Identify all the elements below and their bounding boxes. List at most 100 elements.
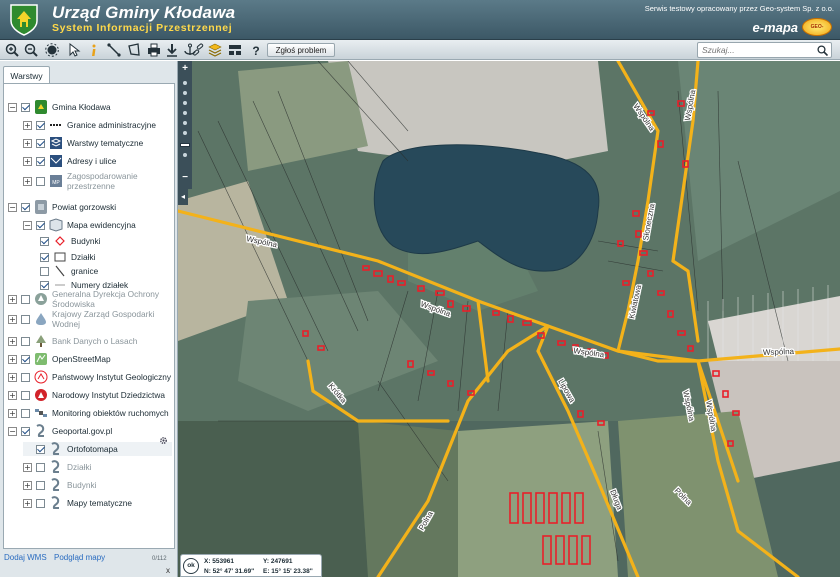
layer-row[interactable]: + Generalna Dyrekcja Ochrony Środowiska bbox=[8, 289, 174, 309]
orthophoto-map[interactable]: Wspólna Wspólna Wspólna Wspólna Krótka P… bbox=[178, 61, 840, 577]
layer-row[interactable]: − Mapa ewidencyjna bbox=[23, 218, 136, 232]
download-icon[interactable] bbox=[164, 42, 180, 58]
layer-checkbox[interactable] bbox=[21, 408, 30, 418]
gear-icon[interactable] bbox=[159, 436, 168, 445]
print-icon[interactable] bbox=[146, 42, 162, 58]
layer-row[interactable]: Ortofotomapa bbox=[23, 442, 172, 456]
expand-toggle[interactable]: + bbox=[8, 408, 17, 418]
layer-row[interactable]: + Monitoring obiektów ruchomych bbox=[8, 406, 174, 420]
expand-toggle[interactable]: + bbox=[8, 294, 17, 304]
layer-checkbox[interactable] bbox=[36, 498, 45, 508]
zoom-in-icon[interactable] bbox=[4, 42, 20, 58]
layer-checkbox[interactable] bbox=[21, 372, 30, 382]
close-icon[interactable]: x bbox=[166, 566, 170, 575]
expand-toggle[interactable]: + bbox=[8, 372, 17, 382]
layer-checkbox[interactable] bbox=[36, 444, 45, 454]
collapse-toggle[interactable]: − bbox=[8, 426, 17, 436]
layer-checkbox[interactable] bbox=[40, 280, 49, 290]
info-icon[interactable] bbox=[86, 42, 102, 58]
search-icon[interactable] bbox=[817, 45, 828, 56]
emapa-logo-text: e-mapa bbox=[752, 19, 798, 35]
layer-row[interactable]: + OpenStreetMap bbox=[8, 352, 111, 366]
layer-row[interactable]: + Budynki bbox=[23, 478, 97, 492]
expand-toggle[interactable]: + bbox=[23, 480, 32, 490]
county-crest-icon bbox=[35, 200, 47, 214]
gmina-crest-icon[interactable] bbox=[9, 3, 39, 37]
select-arrow-icon[interactable] bbox=[66, 42, 82, 58]
measure-distance-icon[interactable] bbox=[106, 42, 122, 58]
layer-row[interactable]: + Granice administracyjne bbox=[23, 118, 156, 132]
layers-icon[interactable] bbox=[207, 42, 223, 58]
measure-area-icon[interactable] bbox=[126, 42, 142, 58]
layer-checkbox[interactable] bbox=[21, 294, 30, 304]
zoom-out-button[interactable]: − bbox=[180, 173, 190, 183]
layer-row[interactable]: Budynki bbox=[38, 234, 101, 248]
help-icon[interactable]: ? bbox=[248, 42, 264, 58]
expand-toggle[interactable]: + bbox=[23, 176, 32, 186]
expand-toggle[interactable]: + bbox=[8, 336, 17, 346]
layer-checkbox[interactable] bbox=[21, 426, 30, 436]
layer-checkbox[interactable] bbox=[36, 138, 45, 148]
expand-toggle[interactable]: + bbox=[8, 314, 17, 324]
layer-checkbox[interactable] bbox=[21, 390, 30, 400]
expand-toggle[interactable]: + bbox=[8, 390, 17, 400]
layer-row[interactable]: − Powiat gorzowski bbox=[8, 200, 116, 214]
report-problem-button[interactable]: Zgłoś problem bbox=[267, 43, 335, 57]
expand-toggle[interactable]: + bbox=[8, 354, 17, 364]
layer-row[interactable]: + Działki bbox=[23, 460, 91, 474]
layer-checkbox[interactable] bbox=[40, 266, 49, 276]
preview-map-link[interactable]: Podgląd mapy bbox=[54, 553, 105, 562]
app-title: Urząd Gminy Kłodawa bbox=[52, 3, 236, 22]
expand-toggle[interactable]: + bbox=[23, 156, 32, 166]
expand-toggle[interactable]: + bbox=[23, 462, 32, 472]
layer-checkbox[interactable] bbox=[36, 462, 45, 472]
add-wms-link[interactable]: Dodaj WMS bbox=[4, 553, 47, 562]
layer-label: Warstwy tematyczne bbox=[67, 138, 144, 148]
collapse-toggle[interactable]: − bbox=[23, 220, 32, 230]
layer-checkbox[interactable] bbox=[36, 480, 45, 490]
zoom-out-icon[interactable] bbox=[23, 42, 39, 58]
layer-checkbox[interactable] bbox=[36, 120, 45, 130]
layer-count: 0/112 bbox=[152, 556, 167, 562]
layer-row[interactable]: + Narodowy Instytut Dziedzictwa bbox=[8, 388, 174, 402]
ok-button[interactable]: ok bbox=[183, 558, 199, 574]
emapa-logo[interactable]: e-mapa GEO-SYSTEM bbox=[752, 18, 832, 46]
layout-icon[interactable] bbox=[227, 42, 243, 58]
layer-row[interactable]: Działki bbox=[38, 250, 95, 264]
zoom-handle[interactable] bbox=[180, 143, 190, 147]
layer-row[interactable]: + Bank Danych o Lasach bbox=[8, 334, 137, 348]
layer-row[interactable]: + Warstwy tematyczne bbox=[23, 136, 143, 150]
layer-checkbox[interactable] bbox=[40, 236, 49, 246]
layer-checkbox[interactable] bbox=[36, 176, 45, 186]
search-input[interactable] bbox=[702, 44, 810, 56]
layer-row[interactable]: + Państwowy Instytut Geologiczny bbox=[8, 370, 174, 384]
zoom-in-button[interactable]: + bbox=[180, 64, 190, 74]
layer-checkbox[interactable] bbox=[21, 354, 30, 364]
layer-row[interactable]: − Gmina Kłodawa bbox=[8, 100, 111, 114]
collapse-toggle[interactable]: − bbox=[8, 102, 17, 112]
layer-checkbox[interactable] bbox=[21, 336, 30, 346]
collapse-toggle[interactable]: − bbox=[8, 202, 17, 212]
layer-row[interactable]: + MP Zagospodarowanie przestrzenne bbox=[23, 171, 174, 191]
layer-checkbox[interactable] bbox=[36, 156, 45, 166]
layer-row[interactable]: + Adresy i ulice bbox=[23, 154, 116, 168]
zoom-slider[interactable]: + − bbox=[178, 61, 192, 189]
layer-row[interactable]: + Mapy tematyczne bbox=[23, 496, 132, 510]
collapse-sidebar-button[interactable]: ◂ bbox=[178, 189, 188, 205]
layer-row[interactable]: − Geoportal.gov.pl bbox=[8, 424, 112, 438]
map-view[interactable]: Wspólna Wspólna Wspólna Wspólna Krótka P… bbox=[178, 61, 840, 577]
layer-checkbox[interactable] bbox=[21, 102, 30, 112]
layer-checkbox[interactable] bbox=[40, 252, 49, 262]
heritage-icon bbox=[35, 389, 47, 401]
layer-row[interactable]: granice bbox=[38, 264, 98, 278]
link-icon[interactable] bbox=[190, 42, 206, 58]
layer-row[interactable]: + Krajowy Zarząd Gospodarki Wodnej bbox=[8, 309, 174, 329]
layer-checkbox[interactable] bbox=[21, 314, 30, 324]
layer-checkbox[interactable] bbox=[21, 202, 30, 212]
expand-toggle[interactable]: + bbox=[23, 138, 32, 148]
full-extent-icon[interactable] bbox=[44, 42, 60, 58]
tab-layers[interactable]: Warstwy bbox=[3, 66, 50, 84]
expand-toggle[interactable]: + bbox=[23, 498, 32, 508]
expand-toggle[interactable]: + bbox=[23, 120, 32, 130]
layer-checkbox[interactable] bbox=[36, 220, 45, 230]
